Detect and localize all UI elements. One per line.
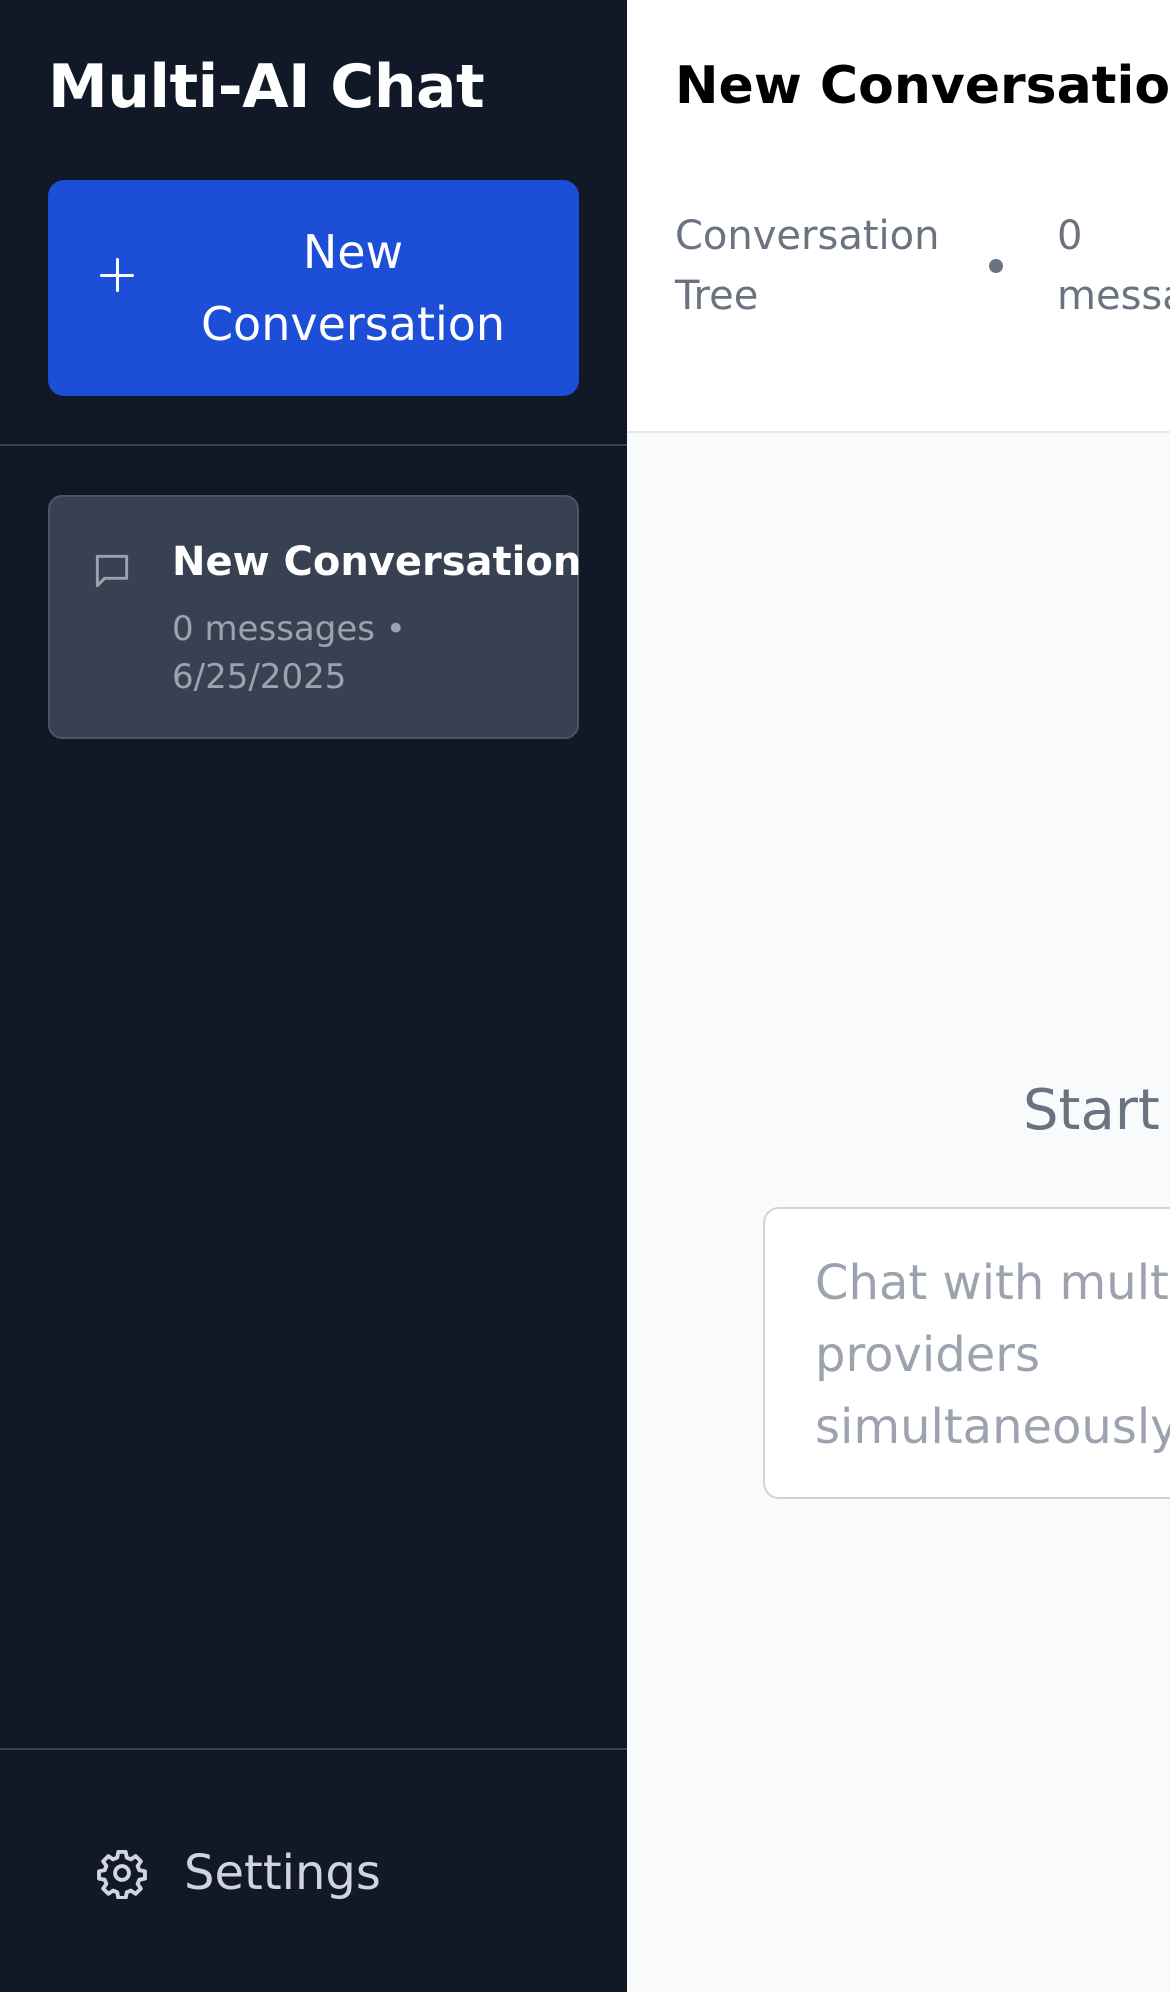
chat-bubble-icon	[95, 554, 129, 588]
conversation-header: New Conversation Conversation Tree 0 mes…	[627, 0, 1170, 433]
app-root: Multi-AI Chat New Conversation New Conve…	[0, 0, 1170, 1992]
sidebar-footer-divider	[0, 1748, 627, 1750]
conversation-list-item[interactable]: New Conversation 0 messages • 6/25/2025	[48, 495, 582, 739]
conversation-tree-label: Conversation Tree	[675, 213, 940, 319]
sidebar: Multi-AI Chat New Conversation New Conve…	[0, 0, 627, 1992]
sidebar-divider	[0, 444, 627, 446]
settings-label: Settings	[184, 1845, 381, 1901]
main-panel: New Conversation Conversation Tree 0 mes…	[627, 0, 1170, 1992]
conversation-title: New Conversation	[172, 539, 582, 585]
plus-icon	[100, 258, 134, 292]
empty-state-description: Chat with mult providers simultaneously	[815, 1255, 1170, 1455]
conversation-meta: 0 messages • 6/25/2025	[172, 609, 406, 697]
separator-dot	[989, 259, 1003, 273]
gear-icon	[97, 1850, 147, 1899]
app-title: Multi-AI Chat	[48, 52, 485, 122]
new-conversation-button-label: New Conversation	[200, 225, 506, 351]
conversation-title-heading: New Conversation	[675, 56, 1170, 116]
new-conversation-button[interactable]: New Conversation	[48, 180, 579, 396]
empty-state-card: Chat with mult providers simultaneously	[763, 1207, 1170, 1499]
empty-state-heading: Start	[1023, 1078, 1160, 1143]
settings-button[interactable]: Settings	[96, 1840, 381, 1906]
message-count: 0 messa	[1057, 213, 1170, 319]
